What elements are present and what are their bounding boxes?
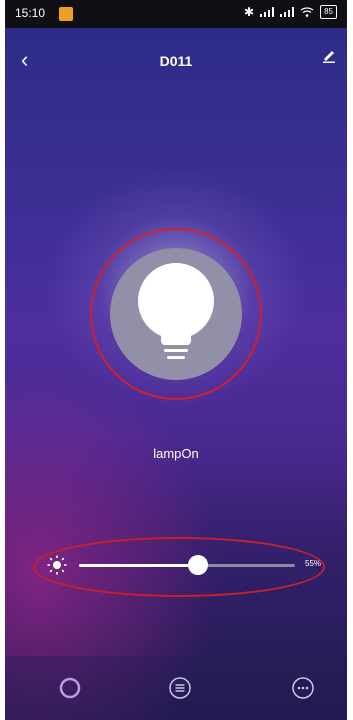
list-icon[interactable]	[168, 676, 192, 700]
status-icons: ✱ 85	[244, 5, 337, 19]
color-ring-icon[interactable]	[58, 676, 82, 700]
notification-icon	[59, 7, 73, 21]
edit-pencil-icon[interactable]	[321, 47, 337, 68]
page-title: D011	[159, 53, 193, 69]
status-bar: 15:10 ✱ 85	[5, 0, 347, 28]
brightness-slider-fill	[79, 564, 198, 567]
app-header: ‹ D011	[5, 45, 347, 75]
signal-icon-2	[280, 7, 295, 17]
slider-highlight-ring	[33, 537, 325, 597]
bluetooth-icon: ✱	[244, 5, 255, 19]
lamp-toggle-button[interactable]	[110, 248, 242, 380]
brightness-percent-label: 55%	[305, 559, 322, 568]
brightness-slider-thumb[interactable]	[187, 555, 208, 575]
wifi-icon	[300, 7, 314, 17]
battery-indicator: 85	[320, 5, 337, 19]
status-time: 15:10	[15, 6, 46, 20]
lightbulb-icon	[138, 263, 214, 359]
signal-icon	[260, 7, 275, 17]
edit-pencil-svg	[323, 51, 335, 63]
lamp-control	[90, 228, 262, 400]
more-icon[interactable]	[291, 676, 315, 700]
lamp-state-label: lampOn	[153, 446, 199, 461]
sun-brightness-icon	[47, 555, 67, 575]
device-screen: 15:10 ✱ 85 ‹ D011 lampOn 55%	[5, 0, 347, 720]
